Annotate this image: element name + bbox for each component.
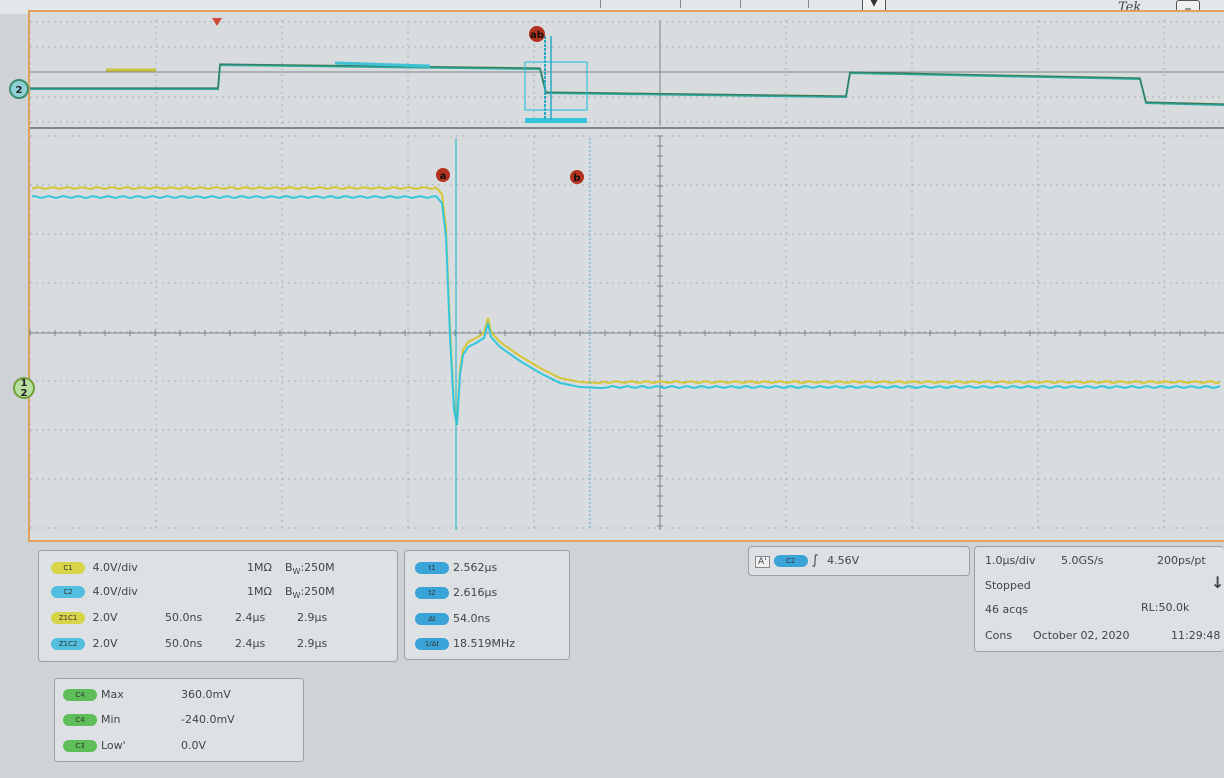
overview-trace-ch2 [30,63,1224,106]
cursor-t1-row[interactable]: t1 2.562μs [415,561,497,574]
t2-pill[interactable]: t2 [415,587,449,599]
meas-low-row[interactable]: C3 Low' [63,739,126,752]
meas-min-label: Min [101,713,121,726]
c1-scale: 4.0V/div [92,561,138,574]
c2-bandwidth: BW:250M [285,585,335,601]
measurements-panel[interactable]: C4 Max 360.0mV C4 Min -240.0mV C3 Low' 0.0V [54,678,304,762]
record-length: RL:50.0k [1141,601,1190,614]
meas-max-row[interactable]: C4 Max [63,688,124,701]
c1-pill[interactable]: C1 [51,562,85,574]
ch2-ground-label: 2 [21,388,28,399]
cursor-freq-row[interactable]: 1/Δt 18.519MHz [415,637,515,650]
inv-delta-t-value: 18.519MHz [453,637,516,650]
acq-time: 11:29:48 [1171,629,1221,642]
main-trace-ch2 [31,194,1221,426]
z1c1-volts: 2.0V [92,611,118,624]
timebase: 1.0μs/div [985,554,1036,567]
overview-trace-ch1 [30,63,1224,105]
cursor-readout-panel[interactable]: t1 2.562μs t2 2.616μs Δt 54.0ns 1/Δt 18.519M… [404,550,570,660]
cursor-t2-row[interactable]: t2 2.616μs [415,586,497,599]
cursor-b-label: b [573,173,580,184]
delta-t-pill[interactable]: Δt [415,613,449,625]
zoom-position-bar[interactable] [525,118,587,123]
zoom-row-z1c2[interactable]: Z1C2 2.0V [51,637,118,650]
acq-date: October 02, 2020 [1033,629,1130,642]
z1c1-timescale: 50.0ns [165,611,203,624]
acquisition-panel[interactable]: 1.0μs/div 5.0GS/s 200ps/pt Stopped ↓ 46 … [974,546,1224,652]
c2-scale: 4.0V/div [92,585,138,598]
overview-ground-label: 2 [16,85,23,96]
cursor-a-label: a [440,171,447,182]
channel-settings-panel[interactable]: C1 4.0V/div 1MΩ BW:250M C2 4.0V/div 1MΩ … [38,550,398,662]
cursor-delta-row[interactable]: Δt 54.0ns [415,612,490,625]
channel-row-c2[interactable]: C2 4.0V/div [51,585,138,598]
channel-row-c1[interactable]: C1 4.0V/div [51,561,138,574]
meas-max-label: Max [101,688,124,701]
meas-min-pill[interactable]: C4 [63,714,97,726]
trigger-panel[interactable]: A' C2 ∫ 4.56V [748,546,970,576]
c2-impedance: 1MΩ [247,585,272,598]
trigger-row[interactable]: A' C2 ∫ 4.56V [755,554,859,568]
trigger-source-pill[interactable]: C2 [773,555,808,567]
sample-rate: 5.0GS/s [1061,554,1104,567]
meas-max-value: 360.0mV [181,688,231,701]
zoom-cursor-label: ab [530,30,544,41]
z1c2-width: 2.9μs [297,637,328,650]
trigger-arrow-icon: ↓ [1211,573,1224,592]
meas-min-row[interactable]: C4 Min [63,713,121,726]
rising-edge-icon: ∫ [811,553,819,568]
z1c2-timescale: 50.0ns [165,637,203,650]
acq-state: Stopped [985,579,1031,592]
z1c1-width: 2.9μs [297,611,328,624]
z1c2-position: 2.4μs [235,637,266,650]
meas-low-label: Low' [101,739,126,752]
meas-min-value: -240.0mV [181,713,235,726]
acq-mode: Cons [985,629,1013,642]
main-trace-ch1 [31,185,1221,421]
inv-delta-t-pill[interactable]: 1/Δt [415,638,449,650]
z1c2-volts: 2.0V [92,637,118,650]
t1-pill[interactable]: t1 [415,562,449,574]
c2-pill[interactable]: C2 [51,586,85,598]
c1-impedance: 1MΩ [247,561,272,574]
zoom-row-z1c1[interactable]: Z1C1 2.0V [51,611,118,624]
z1c1-position: 2.4μs [235,611,266,624]
waveform-graticule: ab a b 2 1 2 [9,18,1224,530]
z1c2-pill[interactable]: Z1C2 [51,638,85,650]
meas-low-value: 0.0V [181,739,207,752]
trigger-level: 4.56V [827,554,860,567]
t1-value: 2.562μs [453,561,498,574]
trigger-position-marker[interactable] [212,18,222,26]
resolution: 200ps/pt [1157,554,1206,567]
t2-value: 2.616μs [453,586,498,599]
meas-low-pill[interactable]: C3 [63,740,97,752]
meas-max-pill[interactable]: C4 [63,689,97,701]
c1-bandwidth: BW:250M [285,561,335,577]
delta-t-value: 54.0ns [453,612,491,625]
trigger-type-badge: A' [755,556,770,568]
z1c1-pill[interactable]: Z1C1 [51,612,85,624]
acq-count: 46 acqs [985,603,1028,616]
